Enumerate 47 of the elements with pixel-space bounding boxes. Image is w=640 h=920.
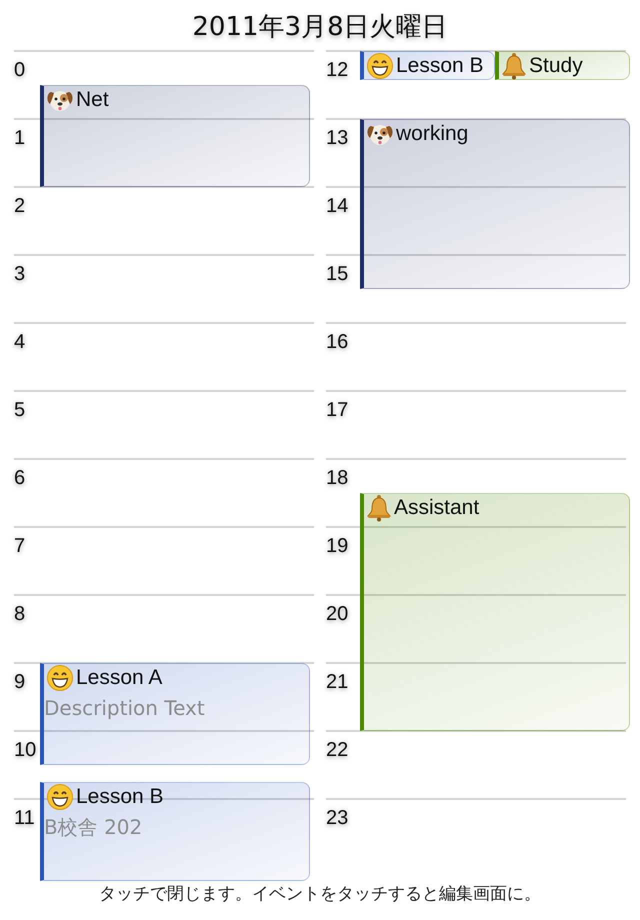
hour-label: 18 [326,466,348,490]
event-card[interactable]: Lesson B [360,51,495,80]
hour-label: 19 [326,534,348,558]
hour-label: 21 [326,670,348,694]
hour-label: 7 [14,534,26,558]
hour-label: 3 [14,262,26,286]
hour-label: 20 [326,602,348,626]
hour-label: 1 [14,126,26,150]
event-card[interactable]: Lesson B B校舎 202 [40,782,310,881]
event-description: Description Text [44,695,205,721]
event-title: Net [76,87,109,113]
bell-icon [501,52,527,80]
hour-label: 2 [14,194,26,218]
event-title: working [396,121,468,147]
date-title: 2011年3月8日火曜日 [192,10,448,44]
event-card[interactable]: Assistant [360,493,630,731]
hour-label: 14 [326,194,348,218]
hour-label: 13 [326,126,348,150]
event-description: B校舎 202 [44,814,142,840]
hour-label: 4 [14,330,26,354]
hour-label: 22 [326,738,348,762]
event-title: Lesson A [76,665,162,691]
hour-label: 11 [14,806,35,830]
bell-icon [366,494,392,522]
grin-face-icon [366,52,394,80]
hour-label: 16 [326,330,348,354]
hour-label: 6 [14,466,26,490]
event-title: Study [529,53,583,79]
event-title: Assistant [394,495,480,521]
hour-label: 10 [14,738,36,762]
grin-face-icon [46,664,74,692]
event-card[interactable]: Net [40,85,310,187]
hour-label: 15 [326,262,348,286]
hour-label: 23 [326,806,348,830]
event-card[interactable]: Lesson A Description Text [40,663,310,765]
grin-face-icon [46,783,74,811]
hour-label: 12 [326,58,348,82]
event-card[interactable]: working [360,119,630,289]
hour-label: 5 [14,398,26,422]
hour-label: 8 [14,602,26,626]
hour-label: 0 [14,58,26,82]
hint-text: タッチで閉じます。イベントをタッチすると編集画面に。 [99,883,541,905]
event-title: Lesson B [396,53,484,79]
hour-label: 9 [14,670,26,694]
event-title: Lesson B [76,784,164,810]
event-card[interactable]: Study [495,51,630,80]
hour-label: 17 [326,398,348,422]
